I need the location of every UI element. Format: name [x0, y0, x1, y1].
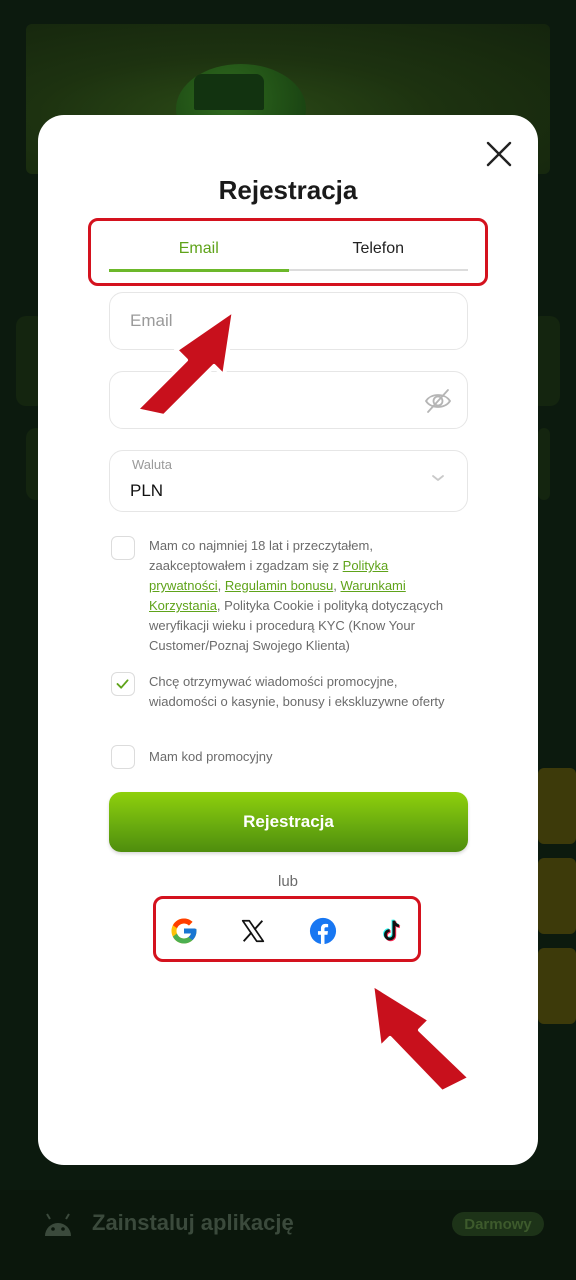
- eye-slash-icon[interactable]: [423, 386, 453, 416]
- register-button[interactable]: Rejestracja: [109, 792, 468, 852]
- marketing-consent: Chcę otrzymywać wiadomości promocyjne, w…: [111, 672, 451, 712]
- currency-value: PLN: [130, 481, 164, 500]
- chevron-down-icon: [432, 475, 444, 481]
- android-icon: [45, 1213, 71, 1236]
- promo-code-text: Mam kod promocyjny: [149, 749, 273, 764]
- background-card: [538, 428, 550, 500]
- social-highlight-annotation: [153, 896, 421, 962]
- free-badge: Darmowy: [452, 1212, 544, 1236]
- promo-code-option: Mam kod promocyjny: [111, 745, 451, 769]
- marketing-checkbox[interactable]: [111, 672, 135, 696]
- background-promo-tile: [538, 858, 576, 934]
- background-promo-tile: [538, 768, 576, 844]
- currency-select[interactable]: Waluta PLN: [109, 450, 468, 512]
- close-icon[interactable]: [484, 139, 514, 169]
- promo-code-checkbox[interactable]: [111, 745, 135, 769]
- arrow-annotation-icon: [370, 982, 472, 1094]
- terms-consent: Mam co najmniej 18 lat i przeczytałem, z…: [111, 536, 451, 656]
- bonus-terms-link[interactable]: Regulamin bonusu: [225, 578, 333, 593]
- install-app-text[interactable]: Zainstaluj aplikację: [92, 1210, 294, 1236]
- or-divider: lub: [277, 873, 299, 890]
- modal-title: Rejestracja: [218, 175, 358, 205]
- tabs-highlight-annotation: [88, 218, 488, 286]
- marketing-text: Chcę otrzymywać wiadomości promocyjne, w…: [149, 674, 445, 709]
- currency-label: Waluta: [132, 457, 172, 472]
- terms-checkbox[interactable]: [111, 536, 135, 560]
- checkmark-icon: [116, 679, 129, 689]
- arrow-annotation-icon: [134, 308, 236, 418]
- background-promo-tile: [538, 948, 576, 1024]
